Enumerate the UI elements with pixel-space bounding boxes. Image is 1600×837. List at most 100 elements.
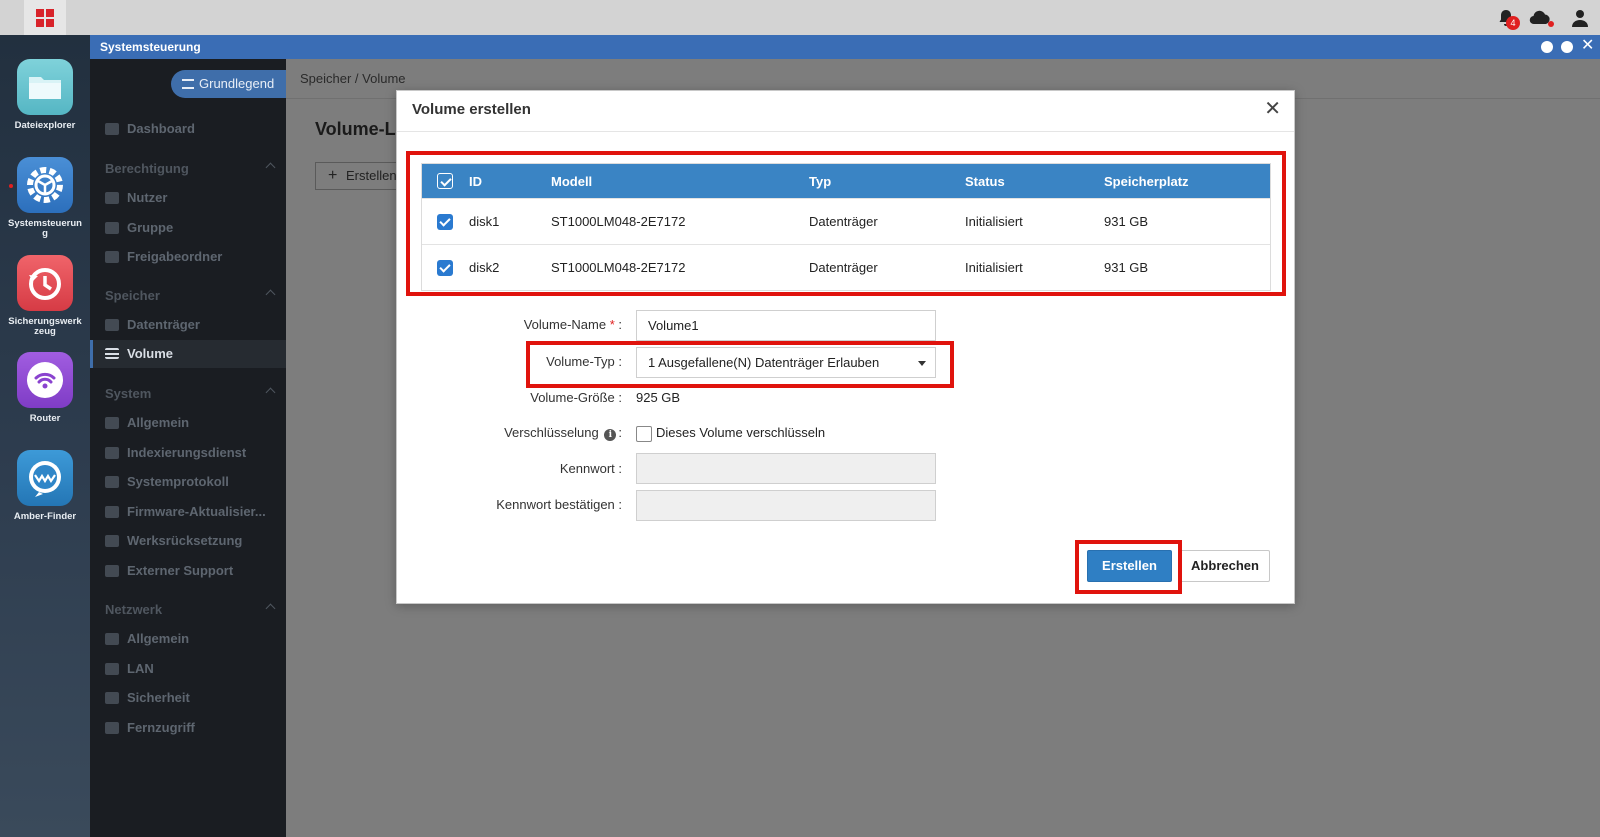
cell-type: Datenträger xyxy=(809,214,878,229)
sidebar-item-label: Indexierungsdienst xyxy=(127,445,247,460)
column-status[interactable]: Status xyxy=(965,164,1005,198)
create-button[interactable]: Erstellen xyxy=(1087,550,1172,582)
sidebar-item-nutzer[interactable]: Nutzer xyxy=(90,184,286,212)
checkbox-icon xyxy=(437,173,453,189)
select-all-checkbox[interactable] xyxy=(437,164,453,198)
sidebar-item-allgemein[interactable]: Allgemein xyxy=(90,409,286,437)
sidebar-item-sicherheit[interactable]: Sicherheit xyxy=(90,684,286,712)
volume-type-select[interactable]: 1 Ausgefallene(N) Datenträger Erlauben xyxy=(636,347,936,378)
cancel-button[interactable]: Abbrechen xyxy=(1180,550,1270,582)
table-row[interactable]: disk2 ST1000LM048-2E7172 Datenträger Ini… xyxy=(422,244,1270,290)
sidebar-section-berechtigung[interactable]: Berechtigung xyxy=(90,157,286,181)
sidebar-item-lan[interactable]: LAN xyxy=(90,655,286,683)
required-asterisk: * xyxy=(606,317,615,332)
minimize-button[interactable] xyxy=(1541,41,1553,53)
shield-icon xyxy=(105,692,119,704)
sidebar-item-label: Fernzugriff xyxy=(127,720,195,735)
sidebar-item-werksruecksetzung[interactable]: Werksrücksetzung xyxy=(90,527,286,555)
sidebar-item-label: Dashboard xyxy=(127,121,195,136)
index-search-icon xyxy=(105,447,119,459)
bell-icon[interactable]: 4 xyxy=(1496,8,1520,30)
disk-icon xyxy=(105,319,119,331)
maximize-button[interactable] xyxy=(1561,41,1573,53)
sidebar-item-netzwerk-allgemein[interactable]: Allgemein xyxy=(90,625,286,653)
encrypt-volume-label[interactable]: Dieses Volume verschlüsseln xyxy=(656,425,825,440)
sidebar-section-netzwerk[interactable]: Netzwerk xyxy=(90,598,286,622)
window-close-button[interactable]: ✕ xyxy=(1581,37,1594,55)
cell-size: 931 GB xyxy=(1104,260,1149,275)
sidebar-section-system[interactable]: System xyxy=(90,382,286,406)
dock-item-amber-finder[interactable]: Amber-Finder xyxy=(0,450,90,522)
close-icon[interactable]: ✕ xyxy=(1264,99,1281,119)
mode-switch-button[interactable]: Grundlegend xyxy=(171,70,286,98)
column-typ[interactable]: Typ xyxy=(809,164,831,198)
cell-size: 931 GB xyxy=(1104,214,1149,229)
encrypt-volume-checkbox[interactable] xyxy=(636,426,652,442)
label-text: Volume-Name xyxy=(523,317,607,332)
cell-status: Initialisiert xyxy=(965,260,1023,275)
sidebar-item-label: Freigabeordner xyxy=(127,249,223,264)
sidebar-item-dashboard[interactable]: Dashboard xyxy=(90,115,286,143)
sidebar-item-datentraeger[interactable]: Datenträger xyxy=(90,311,286,339)
dock-label: Router xyxy=(29,413,61,424)
info-icon[interactable]: i xyxy=(604,429,617,441)
start-menu-button[interactable] xyxy=(24,0,66,35)
window-title: Systemsteuerung xyxy=(100,40,201,54)
sidebar-item-externer-support[interactable]: Externer Support xyxy=(90,557,286,585)
window-title-bar: Systemsteuerung xyxy=(90,35,1600,59)
dock-item-dateiexplorer[interactable]: Dateiexplorer xyxy=(0,59,90,131)
volume-name-input[interactable]: Volume1 xyxy=(636,310,936,341)
section-title: Berechtigung xyxy=(105,161,189,176)
user-icon[interactable] xyxy=(1570,8,1590,28)
finder-icon xyxy=(17,450,73,506)
cell-id: disk2 xyxy=(469,260,500,275)
grid-app-icon xyxy=(36,8,54,27)
row-checkbox[interactable] xyxy=(437,199,453,244)
password-input[interactable] xyxy=(636,453,936,484)
table-row[interactable]: disk1 ST1000LM048-2E7172 Datenträger Ini… xyxy=(422,198,1270,244)
sidebar-section-speicher[interactable]: Speicher xyxy=(90,284,286,308)
active-indicator xyxy=(90,340,93,368)
list-icon xyxy=(182,79,194,89)
sidebar-item-gruppe[interactable]: Gruppe xyxy=(90,214,286,242)
sidebar-item-fernzugriff[interactable]: Fernzugriff xyxy=(90,714,286,742)
section-title: System xyxy=(105,386,152,401)
network-icon xyxy=(105,633,119,645)
sidebar-item-label: Gruppe xyxy=(127,220,174,235)
dock-item-systemsteuerung[interactable]: Systemsteuerung xyxy=(0,157,90,239)
sidebar-item-label: Externer Support xyxy=(127,563,234,578)
password-label: Kennwort : xyxy=(559,461,622,476)
sidebar-item-label: Firmware-Aktualisier... xyxy=(127,504,266,519)
volume-type-label: Volume-Typ : xyxy=(546,354,622,369)
volume-size-value: 925 GB xyxy=(636,390,681,405)
sidebar-item-freigabeordner[interactable]: Freigabeordner xyxy=(90,243,286,271)
checkbox-checked-icon xyxy=(437,213,453,230)
chevron-up-icon xyxy=(265,387,276,398)
cell-status: Initialisiert xyxy=(965,214,1023,229)
sidebar-item-volume[interactable]: Volume xyxy=(90,340,286,368)
label-text: Verschlüsselung xyxy=(504,425,599,440)
app-dock: Dateiexplorer Systemsteuerung Sicherungs… xyxy=(0,35,90,837)
page-title: Volume-L xyxy=(315,119,396,139)
column-id[interactable]: ID xyxy=(469,164,482,198)
dock-item-sicherungswerkzeug[interactable]: Sicherungswerkzeug xyxy=(0,255,90,337)
breadcrumb: Speicher / Volume xyxy=(300,71,406,86)
cloud-icon[interactable] xyxy=(1528,8,1554,28)
volume-size-label: Volume-Größe : xyxy=(530,390,622,405)
column-modell[interactable]: Modell xyxy=(551,164,592,198)
sidebar-item-indexierungsdienst[interactable]: Indexierungsdienst xyxy=(90,439,286,467)
sidebar-item-label: Allgemein xyxy=(127,415,190,430)
column-speicherplatz[interactable]: Speicherplatz xyxy=(1104,164,1189,198)
wifi-icon xyxy=(17,352,73,408)
cell-model: ST1000LM048-2E7172 xyxy=(551,214,686,229)
selected-value: 1 Ausgefallene(N) Datenträger Erlauben xyxy=(648,355,880,370)
checkbox-checked-icon xyxy=(437,259,453,276)
password-confirm-input[interactable] xyxy=(636,490,936,521)
remote-access-icon xyxy=(105,722,119,734)
sidebar-item-label: Allgemein xyxy=(127,631,190,646)
sidebar-item-systemprotokoll[interactable]: Systemprotokoll xyxy=(90,468,286,496)
row-checkbox[interactable] xyxy=(437,245,453,290)
dock-item-router[interactable]: Router xyxy=(0,352,90,424)
sidebar-item-firmware[interactable]: Firmware-Aktualisier... xyxy=(90,498,286,526)
cloud-status-dot xyxy=(1548,21,1554,27)
